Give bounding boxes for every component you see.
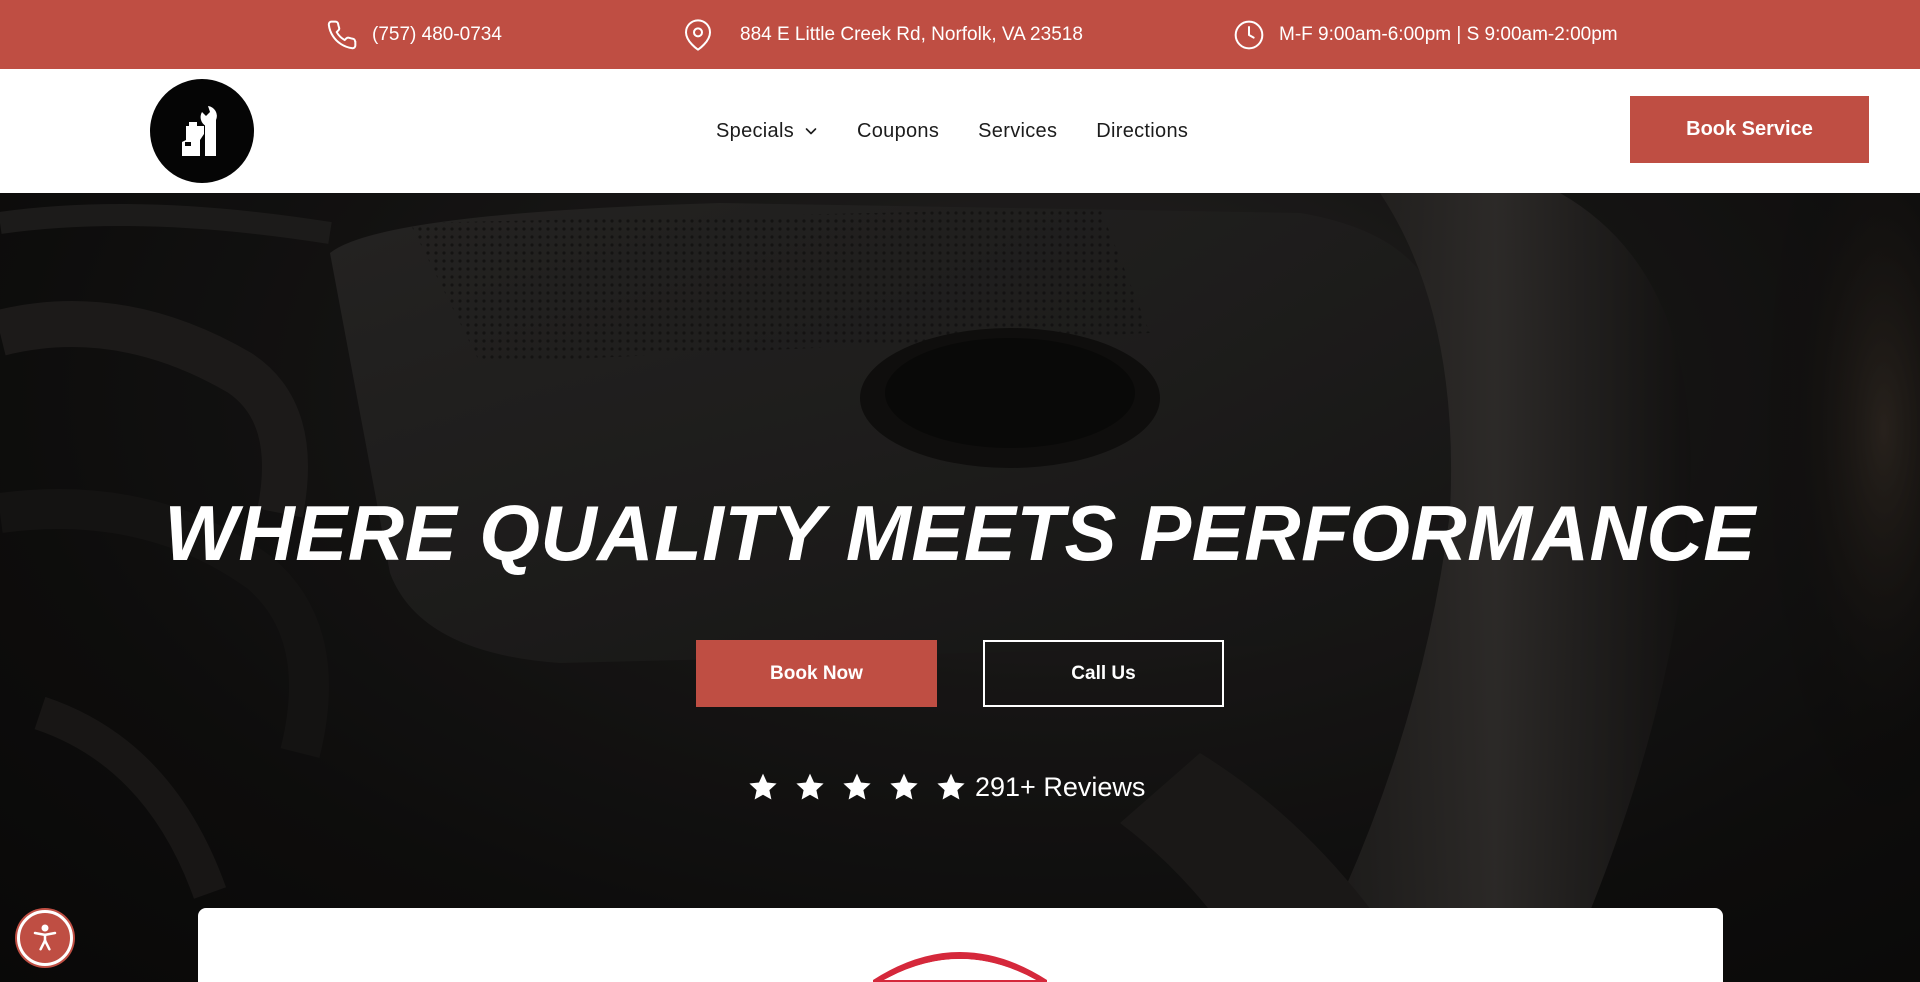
nav-item-coupons[interactable]: Coupons: [857, 120, 939, 143]
mechanic-logo-icon: [182, 106, 217, 156]
nav-item-label: Specials: [716, 119, 794, 142]
address-contact[interactable]: 884 E Little Creek Rd, Norfolk, VA 23518: [682, 0, 1083, 69]
automotive-partner-logo: AUTOMOTIVE: [873, 952, 1047, 982]
map-pin-icon: [685, 18, 711, 51]
accessibility-button[interactable]: [17, 910, 73, 966]
hours-info: M-F 9:00am-6:00pm | S 9:00am-2:00pm: [1233, 0, 1618, 69]
nav-item-label: Directions: [1096, 119, 1189, 142]
hours-text: M-F 9:00am-6:00pm | S 9:00am-2:00pm: [1279, 23, 1618, 45]
nav-item-label: Coupons: [857, 119, 940, 142]
star-icon: [937, 773, 965, 800]
chevron-down-icon: [805, 128, 817, 135]
accessibility-icon: [33, 924, 57, 951]
book-now-button[interactable]: Book Now: [696, 640, 937, 707]
site-header: Specials Coupons Services Directions Boo…: [0, 69, 1920, 193]
nav-item-directions[interactable]: Directions: [1096, 120, 1188, 143]
nav-item-specials[interactable]: Specials: [716, 120, 818, 143]
hero-section: WHERE QUALITY MEETS PERFORMANCE Book Now…: [0, 193, 1920, 982]
phone-contact[interactable]: (757) 480-0734: [326, 0, 502, 69]
partner-logo-text: AUTOMOTIVE: [937, 954, 984, 961]
phone-icon: [327, 20, 357, 49]
site-logo[interactable]: [150, 79, 254, 183]
reviews-count[interactable]: 291+ Reviews: [975, 772, 1145, 803]
reviews-rating[interactable]: 291+ Reviews: [747, 770, 1145, 804]
contact-bar: (757) 480-0734 884 E Little Creek Rd, No…: [0, 0, 1920, 69]
phone-number[interactable]: (757) 480-0734: [372, 24, 502, 46]
address-text[interactable]: 884 E Little Creek Rd, Norfolk, VA 23518: [740, 24, 1083, 46]
call-us-button[interactable]: Call Us: [983, 640, 1224, 707]
hero-title: WHERE QUALITY MEETS PERFORMANCE: [164, 489, 1756, 577]
engine-background-image: [0, 193, 1920, 982]
partner-card: AUTOMOTIVE: [198, 908, 1723, 982]
star-icon: [843, 773, 871, 800]
main-nav: Specials Coupons Services Directions: [716, 69, 1188, 193]
star-icon: [890, 773, 918, 800]
star-icon: [749, 773, 777, 800]
star-icon: [796, 773, 824, 800]
nav-item-services[interactable]: Services: [978, 120, 1057, 143]
clock-icon: [1234, 20, 1264, 49]
book-service-button[interactable]: Book Service: [1630, 96, 1869, 163]
nav-item-label: Services: [978, 119, 1058, 142]
